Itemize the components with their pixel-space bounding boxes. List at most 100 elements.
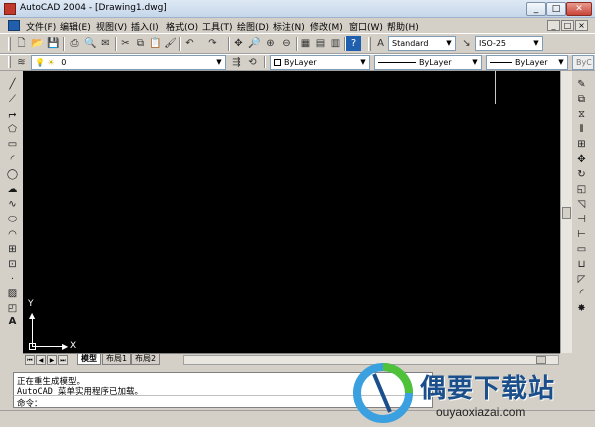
menu-dimension[interactable]: 标注(N)	[273, 20, 305, 33]
stretch-icon[interactable]: ◹	[574, 198, 589, 211]
menu-help[interactable]: 帮助(H)	[387, 20, 419, 33]
zoom-realtime-icon[interactable]: 🔎	[247, 36, 262, 51]
spline-icon[interactable]: ∿	[5, 198, 20, 211]
zoom-previous-icon[interactable]: ⊖	[279, 36, 294, 51]
rectangle-icon[interactable]: ▭	[5, 138, 20, 151]
linetype-select[interactable]: ByLayer ▼	[374, 55, 482, 70]
vertical-scroll-thumb[interactable]	[562, 207, 571, 219]
watermark-name: 偶要下载站	[420, 374, 556, 404]
color-select[interactable]: ByLayer ▼	[270, 55, 370, 70]
chamfer-icon[interactable]: ◸	[574, 273, 589, 286]
menu-draw[interactable]: 绘图(D)	[237, 20, 269, 33]
copy-object-icon[interactable]: ⧉	[574, 93, 589, 106]
menu-modify[interactable]: 修改(M)	[310, 20, 343, 33]
zoom-window-icon[interactable]: ⊕	[263, 36, 278, 51]
explode-icon[interactable]: ✸	[574, 302, 589, 315]
maximize-button[interactable]: □	[546, 2, 566, 16]
arc-icon[interactable]: ◜	[5, 153, 20, 166]
menu-window[interactable]: 窗口(W)	[349, 20, 383, 33]
multiline-text-icon[interactable]: A	[5, 315, 20, 328]
scale-icon[interactable]: ◱	[574, 183, 589, 196]
toolbar-grip[interactable]	[8, 37, 11, 51]
publish-icon[interactable]: ✉	[98, 36, 113, 51]
redo-icon[interactable]: ↷	[205, 36, 220, 51]
tab-model[interactable]: 模型	[77, 354, 101, 365]
menu-edit[interactable]: 编辑(E)	[60, 20, 91, 33]
extend-icon[interactable]: ⊢	[574, 228, 589, 241]
dim-style-icon[interactable]: ↘	[459, 36, 474, 51]
paste-icon[interactable]: 📋	[148, 36, 163, 51]
join-icon[interactable]: ⊔	[574, 258, 589, 271]
hatch-icon[interactable]: ▨	[5, 287, 20, 300]
erase-icon[interactable]: ✎	[574, 78, 589, 91]
document-icon[interactable]	[8, 20, 20, 31]
ellipse-arc-icon[interactable]: ◠	[5, 228, 20, 241]
text-style-icon[interactable]: A	[373, 36, 388, 51]
pan-realtime-icon[interactable]: ✥	[231, 36, 246, 51]
line-icon[interactable]: ╱	[5, 78, 20, 91]
menu-tools[interactable]: 工具(T)	[202, 20, 233, 33]
open-folder-icon[interactable]: 📂	[30, 36, 45, 51]
new-file-icon[interactable]: 🗋	[14, 36, 29, 51]
print-preview-icon[interactable]: 🔍	[83, 36, 98, 51]
move-icon[interactable]: ✥	[574, 153, 589, 166]
fillet-icon[interactable]: ◜	[574, 287, 589, 300]
point-icon[interactable]: ·	[5, 273, 20, 286]
properties-icon[interactable]: ▦	[298, 36, 313, 51]
menu-format[interactable]: 格式(O)	[166, 20, 198, 33]
autocad-app-icon[interactable]	[4, 3, 16, 15]
menu-file[interactable]: 文件(F)	[26, 20, 56, 33]
drawing-canvas[interactable]: Y ▲ ▶ X	[23, 71, 560, 353]
make-block-icon[interactable]: ⊡	[5, 258, 20, 271]
text-style-select[interactable]: Standard ▼	[388, 36, 456, 51]
polyline-icon[interactable]: ⮣	[5, 108, 20, 121]
menu-view[interactable]: 视图(V)	[96, 20, 127, 33]
toolbar-grip[interactable]	[368, 37, 371, 51]
make-object-layer-current-icon[interactable]: ⇶	[229, 55, 244, 70]
break-icon[interactable]: ▭	[574, 243, 589, 256]
trim-icon[interactable]: ⊣	[574, 213, 589, 226]
help-icon[interactable]: ?	[346, 36, 361, 51]
ucs-x-axis	[32, 346, 64, 347]
dim-style-select[interactable]: ISO-25 ▼	[475, 36, 543, 51]
menu-insert[interactable]: 插入(I)	[131, 20, 159, 33]
array-icon[interactable]: ⊞	[574, 138, 589, 151]
ellipse-icon[interactable]: ⬭	[5, 213, 20, 226]
offset-icon[interactable]: ⫴	[574, 123, 589, 136]
horizontal-scroll-thumb[interactable]	[536, 356, 546, 364]
layer-select[interactable]: 💡 ☀ 0 ▼	[31, 55, 226, 70]
copy-icon[interactable]: ⧉	[133, 36, 148, 51]
tab-layout2[interactable]: 布局2	[131, 354, 161, 365]
construction-line-icon[interactable]: ⟋	[5, 93, 20, 106]
save-icon[interactable]: 💾	[46, 36, 61, 51]
cut-icon[interactable]: ✂	[118, 36, 133, 51]
doc-restore-button[interactable]: □	[561, 20, 574, 31]
rotate-icon[interactable]: ↻	[574, 168, 589, 181]
mirror-icon[interactable]: ⧖	[574, 108, 589, 121]
next-tab-icon[interactable]: ▶	[47, 355, 57, 365]
insert-block-icon[interactable]: ⊞	[5, 243, 20, 256]
minimize-button[interactable]: _	[526, 2, 546, 16]
first-tab-icon[interactable]: ⏮	[25, 355, 35, 365]
last-tab-icon[interactable]: ⏭	[58, 355, 68, 365]
match-properties-icon[interactable]: 🖌	[163, 36, 178, 51]
layer-previous-icon[interactable]: ⟲	[245, 55, 260, 70]
lineweight-select[interactable]: ByLayer ▼	[486, 55, 568, 70]
close-button[interactable]: ✕	[566, 2, 592, 16]
layer-manager-icon[interactable]: ≋	[14, 55, 29, 70]
prev-tab-icon[interactable]: ◀	[36, 355, 46, 365]
plot-style-select[interactable]: ByC	[572, 55, 594, 70]
tool-palettes-icon[interactable]: ▥	[328, 36, 343, 51]
polygon-icon[interactable]: ⬠	[5, 123, 20, 136]
revision-cloud-icon[interactable]: ☁	[5, 183, 20, 196]
print-icon[interactable]: ⎙	[67, 36, 82, 51]
undo-icon[interactable]: ↶	[182, 36, 197, 51]
design-center-icon[interactable]: ▤	[313, 36, 328, 51]
doc-minimize-button[interactable]: _	[547, 20, 560, 31]
doc-close-button[interactable]: ×	[575, 20, 588, 31]
region-icon[interactable]: ◰	[5, 302, 20, 315]
tab-layout1[interactable]: 布局1	[102, 354, 132, 365]
toolbar-grip[interactable]	[8, 56, 11, 68]
vertical-scrollbar[interactable]	[560, 71, 572, 353]
circle-icon[interactable]: ◯	[5, 168, 20, 181]
